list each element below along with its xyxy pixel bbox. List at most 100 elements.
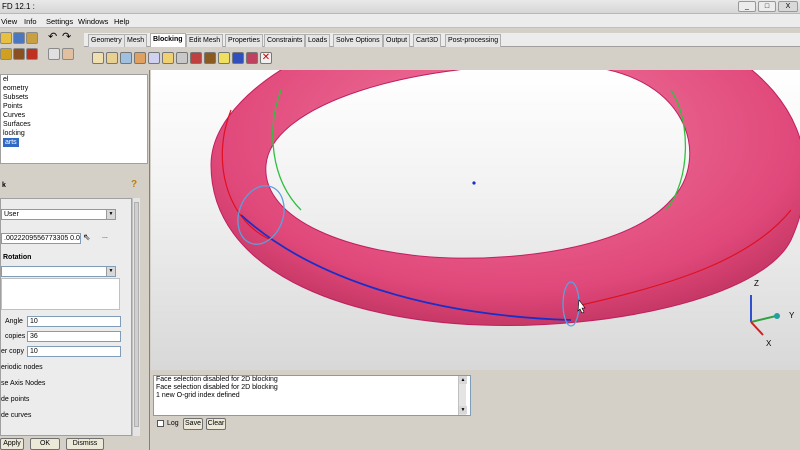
redo-icon[interactable]: ↷ <box>62 32 74 44</box>
tab-bar: Geometry Mesh Blocking Edit Mesh Propert… <box>84 33 800 47</box>
menu-help[interactable]: Help <box>114 17 129 26</box>
window-title: FD 12.1 : <box>2 2 35 11</box>
log-checkbox[interactable] <box>157 420 164 427</box>
save-icon[interactable] <box>13 32 25 44</box>
rotation-axis-select[interactable]: ▼ <box>1 266 116 277</box>
scroll-down-icon[interactable]: ▼ <box>459 406 467 414</box>
panel-scroll-thumb[interactable] <box>134 202 139 427</box>
geometry-icon[interactable] <box>0 48 12 60</box>
tree-item-points[interactable]: Points <box>1 102 147 111</box>
message-log: Face selection disabled for 2D blocking … <box>153 375 471 416</box>
y-axis-label: Y <box>789 311 795 320</box>
split-block-icon[interactable] <box>106 52 118 64</box>
transform-blocks-icon[interactable] <box>176 52 188 64</box>
tab-post-processing[interactable]: Post-processing <box>445 34 502 47</box>
copies-input[interactable]: 36 <box>27 331 121 342</box>
merge-vertices-icon[interactable] <box>120 52 132 64</box>
model-tree: el eometry Subsets Points Curves Surface… <box>0 74 148 164</box>
title-bar: FD 12.1 : _ □ X <box>0 0 800 14</box>
pick-cursor-icon[interactable]: ⇖ <box>83 232 91 243</box>
y-axis-knob <box>774 313 780 319</box>
blocking-icon[interactable] <box>26 48 38 60</box>
pre-mesh-quality-icon[interactable] <box>218 52 230 64</box>
associate-icon[interactable] <box>148 52 160 64</box>
menu-bar: View Info Settings Windows Help <box>0 14 800 28</box>
angle-input[interactable]: 10 <box>27 316 121 327</box>
panel-scrollbar[interactable] <box>132 198 140 436</box>
check-blocks-icon[interactable] <box>246 52 258 64</box>
minimize-button[interactable]: _ <box>738 1 756 12</box>
left-panel: el eometry Subsets Points Curves Surface… <box>0 70 150 450</box>
dismiss-button[interactable]: Dismiss <box>66 438 104 450</box>
message-line: 1 new O-grid index defined <box>156 392 240 399</box>
scroll-up-icon[interactable]: ▲ <box>459 376 467 384</box>
vector-input[interactable]: .0022209556773305 0.0 <box>1 233 81 244</box>
save-log-button[interactable]: Save <box>183 418 203 430</box>
torus-surface <box>210 70 800 326</box>
main-toolbar: ↶ ↷ <box>0 28 84 70</box>
tab-geometry[interactable]: Geometry <box>88 34 125 47</box>
periodic-nodes-label[interactable]: eriodic nodes <box>1 364 43 371</box>
edit-block-icon[interactable] <box>134 52 146 64</box>
clear-log-button[interactable]: Clear <box>206 418 226 430</box>
tree-item-curves[interactable]: Curves <box>1 111 147 120</box>
message-line: Face selection disabled for 2D blocking <box>156 384 278 391</box>
rotation-label: Rotation <box>3 254 32 261</box>
tree-item-subsets[interactable]: Subsets <box>1 93 147 102</box>
copies-label: copies <box>5 333 26 340</box>
method-select[interactable]: User ▼ <box>1 209 116 220</box>
menu-settings[interactable]: Settings <box>46 17 73 26</box>
tree-item-geometry[interactable]: eometry <box>1 84 147 93</box>
transform-form: User ▼ .0022209556773305 0.0 ⇖ ... Rotat… <box>0 198 132 436</box>
open-icon[interactable] <box>0 32 12 44</box>
delete-block-icon[interactable]: ✕ <box>260 52 272 64</box>
pre-mesh-smooth-icon[interactable] <box>232 52 244 64</box>
close-button[interactable]: X <box>778 1 798 12</box>
tab-properties[interactable]: Properties <box>225 34 263 47</box>
help-icon[interactable]: ? <box>131 179 141 191</box>
menu-windows[interactable]: Windows <box>78 17 108 26</box>
tab-loads[interactable]: Loads <box>305 34 331 47</box>
menu-info[interactable]: Info <box>24 17 37 26</box>
torus-model: Z Y X <box>210 70 800 348</box>
maximize-button[interactable]: □ <box>758 1 776 12</box>
create-block-icon[interactable] <box>92 52 104 64</box>
tab-edit-mesh[interactable]: Edit Mesh <box>186 34 224 47</box>
tree-item-model[interactable]: el <box>1 75 147 84</box>
mesh-icon[interactable] <box>13 48 25 60</box>
zoom-icon[interactable] <box>62 48 74 60</box>
pre-mesh-params-icon[interactable] <box>204 52 216 64</box>
points-label[interactable]: de points <box>1 396 29 403</box>
rotation-options-box <box>1 278 120 310</box>
undo-icon[interactable]: ↶ <box>48 32 60 44</box>
panel-title: k <box>2 182 6 189</box>
graphics-viewport[interactable]: Z Y X <box>151 70 800 370</box>
x-axis-label: X <box>766 339 772 348</box>
import-icon[interactable] <box>26 32 38 44</box>
apply-button[interactable]: Apply <box>0 438 24 450</box>
tab-cart3d[interactable]: Cart3D <box>413 34 442 47</box>
tab-output[interactable]: Output <box>383 34 411 47</box>
curves-label[interactable]: de curves <box>1 412 31 419</box>
axis-triad: Z Y X <box>750 279 795 348</box>
fit-icon[interactable] <box>48 48 60 60</box>
ok-button[interactable]: OK <box>30 438 60 450</box>
edit-edge-icon[interactable] <box>190 52 202 64</box>
more-button[interactable]: ... <box>102 233 108 240</box>
tab-solve-options[interactable]: Solve Options <box>333 34 383 47</box>
menu-view[interactable]: View <box>1 17 17 26</box>
angle-label: Angle <box>5 318 23 325</box>
chevron-down-icon: ▼ <box>106 267 115 276</box>
tree-item-surfaces[interactable]: Surfaces <box>1 120 147 129</box>
per-copy-input[interactable]: 10 <box>27 346 121 357</box>
blocking-toolbar: ✕ <box>84 48 304 70</box>
tree-item-blocking[interactable]: locking <box>1 129 147 138</box>
center-point <box>472 181 476 185</box>
axis-nodes-label[interactable]: se Axis Nodes <box>1 380 45 387</box>
tab-constraints[interactable]: Constraints <box>264 34 306 47</box>
tab-blocking[interactable]: Blocking <box>150 33 186 47</box>
message-scrollbar[interactable]: ▲ ▼ <box>458 376 467 415</box>
tab-mesh[interactable]: Mesh <box>124 34 148 47</box>
tree-item-parts[interactable]: arts <box>3 138 19 147</box>
move-vertex-icon[interactable] <box>162 52 174 64</box>
